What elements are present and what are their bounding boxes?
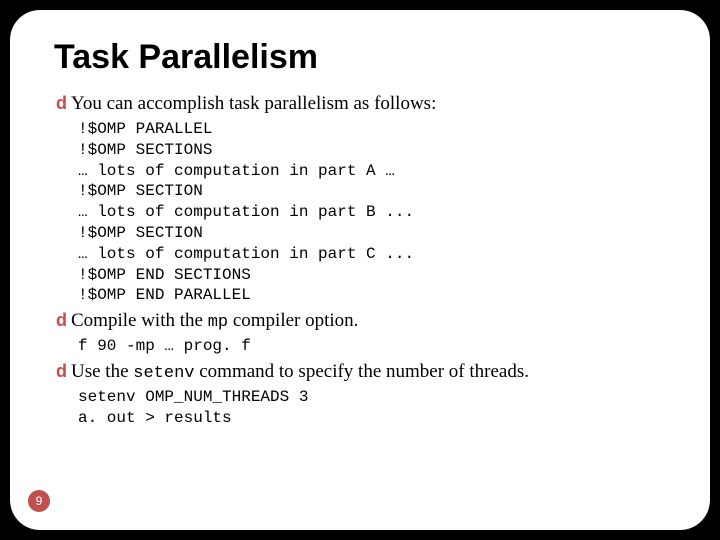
bullet-2-text: Compile with the mp compiler option. xyxy=(71,310,358,332)
slide: Task Parallelism d You can accomplish ta… xyxy=(10,10,710,530)
bullet-3: d Use the setenv command to specify the … xyxy=(56,361,666,383)
code-block-2: f 90 -mp … prog. f xyxy=(78,336,666,357)
bullet-icon: d xyxy=(56,361,67,382)
bullet-2-pre: Compile with the xyxy=(71,310,208,331)
slide-title: Task Parallelism xyxy=(54,38,666,77)
bullet-3-post: command to specify the number of threads… xyxy=(194,361,529,382)
bullet-3-pre: Use the xyxy=(71,361,133,382)
bullet-3-code: setenv xyxy=(133,364,194,383)
code-block-3: setenv OMP_NUM_THREADS 3 a. out > result… xyxy=(78,387,666,429)
bullet-2: d Compile with the mp compiler option. xyxy=(56,310,666,332)
bullet-2-post: compiler option. xyxy=(228,310,358,331)
bullet-1: d You can accomplish task parallelism as… xyxy=(56,93,666,115)
bullet-2-code: mp xyxy=(208,313,228,332)
bullet-icon: d xyxy=(56,93,67,114)
page-number-badge: 9 xyxy=(28,490,50,512)
bullet-1-text: You can accomplish task parallelism as f… xyxy=(71,93,436,115)
bullet-3-text: Use the setenv command to specify the nu… xyxy=(71,361,529,383)
bullet-icon: d xyxy=(56,310,67,331)
code-block-1: !$OMP PARALLEL !$OMP SECTIONS … lots of … xyxy=(78,119,666,306)
